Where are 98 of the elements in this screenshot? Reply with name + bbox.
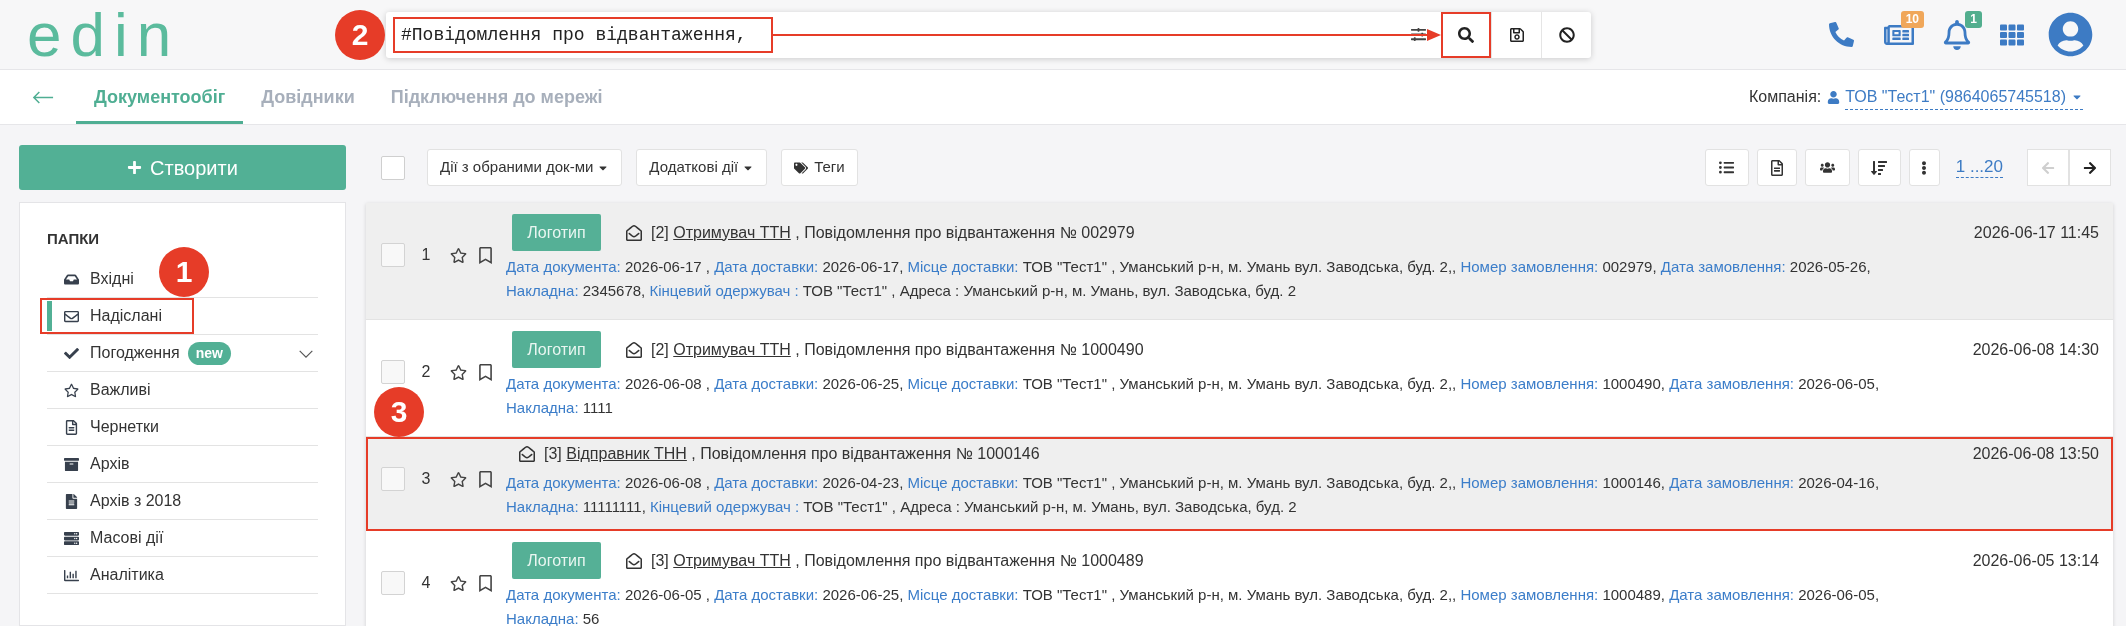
folder-item[interactable]: Важливі — [47, 372, 155, 408]
party-link[interactable]: Отримувач ТТН — [673, 340, 791, 358]
count-badge: 1 — [1965, 10, 1982, 28]
star-icon[interactable] — [450, 246, 467, 264]
document-details: Накладна: 2345678, Кінцевий одержувач : ТОВ "Тест1" , Адреса : Уманський р-н, м. Умань, вул. Заводська, буд. 2 — [506, 281, 1297, 301]
new-badge: new — [187, 341, 231, 365]
row-checkbox[interactable] — [381, 467, 405, 491]
page-range-link[interactable]: 1 ...20 — [1955, 157, 2003, 178]
sort-icon — [1871, 159, 1888, 176]
document-details: Накладна: 1111 — [506, 398, 614, 418]
row-checkbox[interactable] — [381, 360, 405, 384]
bookmark-icon[interactable] — [477, 574, 494, 592]
tags-button[interactable]: Теги — [781, 149, 858, 186]
folder-item[interactable]: Погодження — [47, 335, 184, 371]
company-link[interactable]: ТОВ "Тест1" (9864065745518) — [1845, 84, 2083, 110]
list-view-button[interactable] — [1704, 149, 1749, 186]
bookmark-icon[interactable] — [477, 363, 494, 381]
sort-button[interactable] — [1857, 149, 1901, 186]
document-date: 2026-06-08 14:30 — [1972, 339, 2099, 360]
file-icon — [64, 493, 79, 509]
folder-item[interactable]: Надіслані — [47, 300, 166, 332]
document-view-button[interactable] — [1756, 149, 1797, 186]
star-icon[interactable] — [450, 363, 467, 381]
chevron-down-icon[interactable] — [298, 348, 314, 358]
folder-item[interactable]: Архів з 2018 — [47, 483, 186, 519]
document-icon — [1768, 159, 1785, 176]
document-row[interactable] — [366, 320, 2113, 437]
document-title: [2] Отримувач ТТН , Повідомлення про відвантаження № 1000490 — [651, 339, 1144, 360]
step-marker: 2 — [335, 9, 385, 60]
envelope-open-icon — [519, 446, 535, 462]
users-icon — [1819, 160, 1835, 175]
folder-item[interactable]: Вхідні — [47, 261, 138, 297]
folder-item[interactable]: Аналітика — [47, 557, 168, 593]
document-row[interactable] — [366, 437, 2113, 531]
star-icon[interactable] — [450, 470, 467, 488]
back-arrow-icon[interactable] — [32, 90, 54, 104]
arrow-right-icon — [2083, 160, 2097, 175]
party-link[interactable]: Отримувач ТТН — [673, 551, 791, 569]
select-all-checkbox[interactable] — [381, 155, 405, 180]
document-details: Дата документа: 2026-06-05 , Дата доставки: 2026-06-25, Місце доставки: ТОВ "Тест1" , Уманський р-н, м. Умань вул. Заводська, буд. 2,, Номер замовлення: 1000489, Дата замовлення: 2026-06-05, — [506, 585, 1881, 605]
more-button[interactable] — [1908, 149, 1940, 186]
document-details: Дата документа: 2026-06-17 , Дата доставки: 2026-06-17, Місце доставки: ТОВ "Тест1" , Уманський р-н, м. Умань вул. Заводська, буд. 2,, Номер замовлення: 002979, Дата замовлення: 2026-05-26, — [506, 257, 1872, 277]
dropdown-button[interactable]: Дії з обраними док-ми — [427, 149, 623, 186]
tags-icon — [794, 160, 809, 175]
party-link[interactable]: Отримувач ТТН — [673, 223, 791, 241]
document-title: [3] Відправник ТНН , Повідомлення про відвантаження № 1000146 — [544, 444, 1040, 464]
check-icon — [64, 345, 79, 361]
row-number: 4 — [420, 573, 432, 593]
step-marker: 1 — [159, 247, 209, 297]
document-details: Дата документа: 2026-06-08 , Дата доставки: 2026-06-25, Місце доставки: ТОВ "Тест1" , Уманський р-н, м. Умань вул. Заводська, буд. 2,, Номер замовлення: 1000490, Дата замовлення: 2026-06-05, — [506, 374, 1881, 394]
row-number: 1 — [420, 245, 432, 265]
bookmark-icon[interactable] — [477, 246, 494, 264]
apps-grid-icon[interactable] — [2000, 22, 2024, 47]
row-number: 2 — [420, 362, 432, 382]
search-field[interactable]: #Повідомлення про відвантаження, — [393, 16, 773, 53]
envelope-icon — [64, 308, 79, 324]
bar-chart-icon — [64, 567, 79, 583]
group-view-button[interactable] — [1804, 149, 1850, 186]
envelope-open-icon — [626, 552, 642, 569]
envelope-open-icon — [626, 224, 642, 241]
list-icon — [1719, 160, 1735, 175]
document-details: Дата документа: 2026-06-08 , Дата доставки: 2026-04-23, Місце доставки: ТОВ "Тест1" , Уманський р-н, м. Умань вул. Заводська, буд. 2,, Номер замовлення: 1000146, Дата замовлення: 2026-04-16, — [506, 473, 1881, 493]
row-checkbox[interactable] — [381, 243, 405, 267]
bell-icon[interactable] — [1942, 19, 1972, 50]
envelope-open-icon — [626, 341, 642, 358]
phone-icon[interactable] — [1829, 22, 1854, 47]
document-details: Накладна: 11111111, Кінцевий одержувач : ТОВ "Тест1" , Адреса : Уманський р-н, м. Умань, вул. Заводська, буд. 2 — [506, 497, 1298, 517]
document-date: 2026-06-17 11:45 — [1973, 222, 2099, 243]
archive-box-icon — [64, 456, 79, 472]
party-link[interactable]: Відправник ТНН — [566, 445, 687, 462]
document-row[interactable] — [366, 531, 2113, 626]
folder-item[interactable]: Масові дії — [47, 520, 168, 556]
folders-title: ПАПКИ — [47, 230, 101, 248]
next-page-button[interactable] — [2069, 149, 2111, 186]
document-title: [2] Отримувач ТТН , Повідомлення про відвантаження № 002979 — [651, 222, 1135, 243]
document-date: 2026-06-05 13:14 — [1972, 550, 2099, 571]
company-label: Компанія: — [1748, 87, 1822, 107]
avatar-icon[interactable] — [2048, 12, 2093, 57]
bookmark-icon[interactable] — [477, 470, 494, 488]
search-button[interactable] — [1441, 11, 1491, 58]
document-date: 2026-06-08 13:50 — [1972, 444, 2099, 464]
document-title: [3] Отримувач ТТН , Повідомлення про відвантаження № 1000489 — [651, 550, 1144, 571]
search-icon — [1458, 26, 1474, 43]
row-checkbox[interactable] — [381, 571, 405, 595]
arrow-left-icon — [2041, 160, 2055, 175]
document-icon — [64, 419, 79, 435]
dropdown-button[interactable]: Додаткові дії — [636, 149, 768, 186]
stacked-bars-icon — [64, 530, 79, 546]
ban-icon — [1558, 26, 1575, 43]
folder-item[interactable]: Чернетки — [47, 409, 163, 445]
count-badge: 10 — [1900, 10, 1924, 28]
star-icon — [64, 382, 79, 398]
folder-item[interactable]: Архів — [47, 446, 134, 482]
star-icon[interactable] — [450, 574, 467, 592]
document-row[interactable] — [366, 203, 2113, 320]
user-icon — [1827, 90, 1841, 104]
plus-icon — [127, 160, 143, 175]
row-number: 3 — [420, 469, 432, 489]
